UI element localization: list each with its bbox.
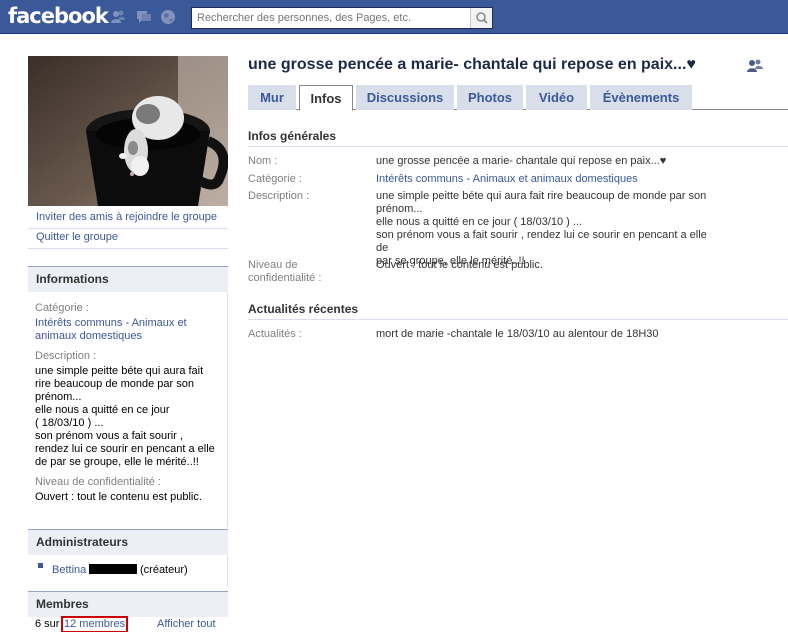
admin-name[interactable]: Bettina [52, 564, 86, 576]
members-box: 6 sur 12 membres Afficher tout [28, 615, 228, 632]
informations-header: Informations [28, 266, 228, 292]
privacy-label: Niveau de confidentialité : [248, 259, 368, 285]
invite-friends-link[interactable]: Inviter des amis à rejoindre le groupe [28, 209, 228, 229]
category-label: Catégorie : [248, 173, 302, 185]
general-info-title: Infos générales [248, 129, 337, 143]
leave-group-link[interactable]: Quitter le groupe [28, 229, 228, 249]
info-description-value: une simple peitte béte qui aura fait rir… [35, 365, 225, 469]
name-value: une grosse pencée a marie- chantale qui … [376, 155, 667, 167]
privacy-label-line: confidentialité : [248, 272, 322, 284]
show-all-members-link[interactable]: Afficher tout [157, 618, 216, 630]
desc-line: ( 18/03/10 ) ... [35, 417, 104, 429]
privacy-value: Ouvert : tout le contenu est public. [376, 259, 543, 271]
desc-line: rendez lui ce sourir en pencant a elle [35, 443, 215, 455]
leave-group-label[interactable]: Quitter le groupe [36, 231, 118, 243]
info-privacy-value: Ouvert : tout le contenu est public. [35, 491, 202, 503]
desc-line: de par se groupe, elle le mérité..!! [35, 456, 199, 468]
search-box [191, 7, 493, 29]
informations-box: Catégorie : Intérêts communs - Animaux e… [28, 293, 228, 527]
friend-requests-icon[interactable] [110, 9, 126, 25]
admin-role: (créateur) [140, 564, 188, 576]
search-input[interactable] [192, 8, 470, 28]
desc-line: rire beaucoup de monde par son [35, 378, 194, 390]
section-divider [248, 319, 788, 320]
section-divider [248, 146, 788, 147]
bullet-icon [38, 563, 43, 568]
description-value: une simple peitte béte qui aura fait rir… [376, 190, 721, 268]
top-bar: facebook [0, 0, 788, 34]
group-profile-photo[interactable] [28, 56, 228, 206]
desc-line: son prénom vous a fait sourir , [35, 430, 183, 442]
desc-line: prénom... [376, 203, 423, 215]
news-value: mort de marie -chantale le 18/03/10 au a… [376, 328, 659, 340]
desc-line: elle nous a quitté en ce jour ( 18/03/10… [376, 216, 583, 228]
desc-line: une simple peitte béte qui aura fait rir… [376, 190, 707, 202]
info-privacy-label: Niveau de confidentialité : [35, 476, 161, 488]
tab-info[interactable]: Infos [299, 85, 353, 111]
category-link-common-interests[interactable]: Intérêts communs [376, 173, 463, 185]
members-count-prefix: 6 sur [35, 618, 60, 630]
page-title: une grosse pencée a marie- chantale qui … [248, 56, 696, 73]
name-label: Nom : [248, 155, 278, 167]
tab-wall[interactable]: Mur [248, 85, 296, 110]
desc-line: elle nous a quitté en ce jour [35, 404, 170, 416]
info-category-label: Catégorie : [35, 302, 89, 314]
news-label: Actualités : [248, 328, 302, 340]
tab-photos[interactable]: Photos [457, 85, 523, 110]
members-icon[interactable] [746, 58, 764, 74]
invite-friends-label[interactable]: Inviter des amis à rejoindre le groupe [36, 211, 217, 223]
info-category-value[interactable]: Intérêts communs - Animaux et animaux do… [35, 317, 215, 343]
messages-icon[interactable] [136, 9, 152, 25]
category-link-animals[interactable]: Animaux et animaux domestiques [473, 173, 638, 185]
category-separator: - [466, 173, 471, 185]
tab-video[interactable]: Vidéo [526, 85, 587, 110]
tab-events[interactable]: Évènements [590, 85, 692, 110]
recent-news-title: Actualités récentes [248, 302, 359, 316]
redacted-surname [89, 564, 137, 574]
facebook-logo[interactable]: facebook [8, 4, 109, 28]
description-label: Description : [248, 190, 310, 202]
search-button[interactable] [470, 8, 492, 28]
category-value: Intérêts communs - Animaux et animaux do… [376, 173, 721, 186]
desc-line: prénom... [35, 391, 82, 403]
rat-in-mug-photo [28, 56, 228, 206]
notifications-globe-icon[interactable] [160, 9, 176, 25]
info-description-label: Description : [35, 350, 97, 362]
magnifier-icon [476, 12, 488, 24]
privacy-label-line: Niveau de [248, 259, 298, 271]
desc-line: une simple peitte béte qui aura fait [35, 365, 204, 377]
administrators-header: Administrateurs [28, 529, 228, 555]
tab-bar: Mur Infos Discussions Photos Vidéo Évène… [248, 85, 788, 111]
desc-line: son prénom vous a fait sourir , rendez l… [376, 229, 707, 254]
tab-discussions[interactable]: Discussions [356, 85, 454, 110]
members-header: Membres [28, 591, 228, 617]
administrators-box: Bettina (créateur) [28, 556, 228, 586]
members-count-link[interactable]: 12 membres [61, 616, 129, 632]
